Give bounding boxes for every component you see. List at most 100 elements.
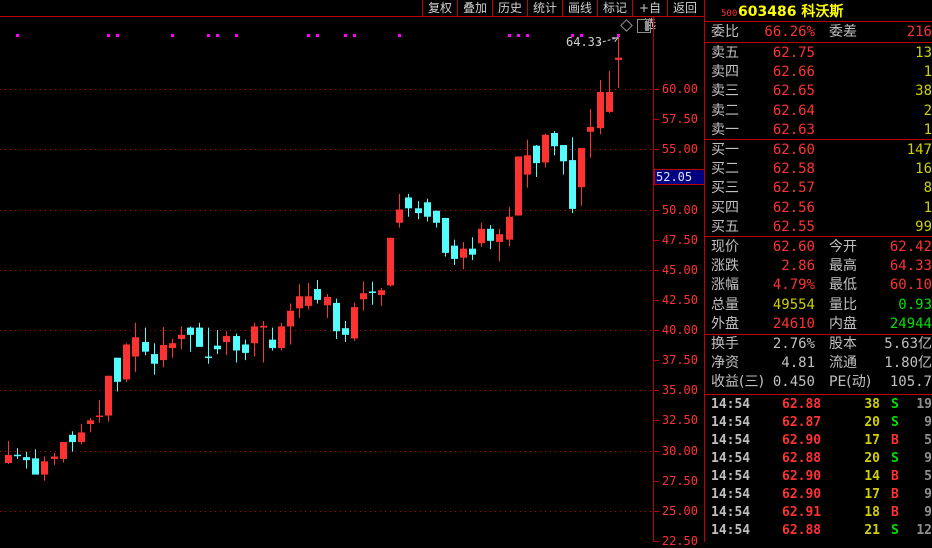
tick-row[interactable]: 14:54 62.90 17 B 5 [705,432,932,450]
signal-marker [526,34,529,37]
fundamental-label: 流通 [829,355,857,371]
candle-body [487,228,494,241]
bid-label: 买五 [711,218,739,235]
tick-row[interactable]: 14:54 62.87 20 S 9 [705,414,932,432]
candle-body [597,92,604,129]
candle-body [269,339,276,349]
candle-body [578,148,585,188]
candle-body [424,202,431,217]
quote-label: 量比 [829,296,857,313]
tick-side: S [891,451,899,466]
ask-row[interactable]: 卖一 62.63 1 [705,121,932,140]
quote-value: 24610 [772,315,815,332]
tick-row[interactable]: 14:54 62.91 18 B 9 [705,504,932,522]
tick-volume: 38 [864,397,880,412]
candle-body [5,454,12,464]
tick-time: 14:54 [711,451,751,466]
candle-body [560,145,567,162]
stock-tag: 500 [721,9,738,19]
candle-body [496,234,503,243]
statistics-button[interactable]: 统计 [527,0,562,16]
add-watchlist-button[interactable]: +自选 [632,0,667,31]
y-tick-label: 55.00 [661,142,698,157]
restore-rights-button[interactable]: 复权 [422,0,457,16]
bid-row[interactable]: 买五 62.55 99 [705,218,932,237]
overlay-button[interactable]: 叠加 [457,0,492,16]
y-tick-label: 60.00 [661,82,698,96]
tick-row[interactable]: 14:54 62.88 38 S 19 [705,396,932,414]
tick-row[interactable]: 14:54 62.90 14 B 5 [705,468,932,486]
tick-volume: 17 [864,433,880,448]
candle-body [196,327,203,347]
tick-price: 62.88 [782,523,822,538]
candle-body [23,457,30,461]
tick-count: 19 [916,397,932,412]
candle-body [415,208,422,214]
candle-body [615,57,622,60]
back-button[interactable]: 返回 [667,0,702,16]
mark-button[interactable]: 标记 [597,0,632,16]
tick-price: 62.90 [782,433,822,448]
quote-row: 现价 62.60 今开 62.42 [705,238,932,257]
ask-volume: 13 [915,45,932,61]
candle-body [333,302,340,332]
quote-value: 64.33 [889,258,932,275]
divider [705,139,932,140]
candle-body [169,343,176,349]
candle-body [360,293,367,300]
y-tick-label: 37.50 [661,353,698,368]
fundamental-label: 净资 [711,355,739,371]
candlestick-chart[interactable] [0,0,705,542]
tick-row[interactable]: 14:54 62.88 20 S 9 [705,450,932,468]
signal-marker [316,34,319,37]
bid-row[interactable]: 买一 62.60 147 [705,141,932,160]
tick-row[interactable]: 14:54 62.88 21 S 12 [705,522,932,540]
candle-body [160,345,167,361]
ask-row[interactable]: 卖五 62.75 13 [705,44,932,63]
candle-body [223,336,230,343]
ask-price: 62.66 [772,64,815,81]
panel-toggle-icon[interactable] [637,19,651,33]
tick-side: B [891,469,899,484]
fundamental-value: 4.81 [781,355,815,371]
y-tick-label: 40.00 [661,323,698,337]
candle-body [296,296,303,309]
candle-body [178,334,185,340]
ask-row[interactable]: 卖三 62.65 38 [705,82,932,101]
bid-volume: 8 [923,180,932,197]
candle-body [342,328,349,335]
quote-row: 外盘 24610 内盘 24944 [705,315,932,334]
tick-time: 14:54 [711,397,751,412]
fundamental-value: 2.76% [772,336,815,352]
bid-row[interactable]: 买二 62.58 16 [705,160,932,179]
draw-line-button[interactable]: 画线 [562,0,597,16]
tick-row[interactable]: 14:54 62.90 17 B 9 [705,486,932,504]
quote-label: 最低 [829,277,857,294]
candle-body [214,345,221,350]
candle-body [151,354,158,364]
signal-marker [307,34,310,37]
quote-label: 今开 [829,239,857,255]
candle-body [32,458,39,475]
quote-row: 总量 49554 量比 0.93 [705,296,932,315]
quote-value: 60.10 [889,277,932,294]
candle-body [524,155,531,175]
quote-label: 涨跌 [711,258,739,275]
candle-body [14,454,21,457]
candle-body [78,432,85,443]
quote-label: 涨幅 [711,277,739,294]
ask-volume: 2 [923,102,932,119]
ask-row[interactable]: 卖二 62.64 2 [705,102,932,121]
candle-body [542,134,549,163]
bid-row[interactable]: 买四 62.56 1 [705,199,932,218]
ask-row[interactable]: 卖四 62.66 1 [705,63,932,82]
tick-price: 62.88 [782,451,822,466]
bid-row[interactable]: 买三 62.57 8 [705,179,932,198]
candle-body [551,132,558,147]
history-button[interactable]: 历史 [492,0,527,16]
divider [0,16,705,17]
ask-price: 62.63 [772,121,815,138]
y-tick-label: 47.50 [661,232,698,247]
ask-price: 62.64 [772,102,815,119]
bid-volume: 147 [906,142,932,158]
